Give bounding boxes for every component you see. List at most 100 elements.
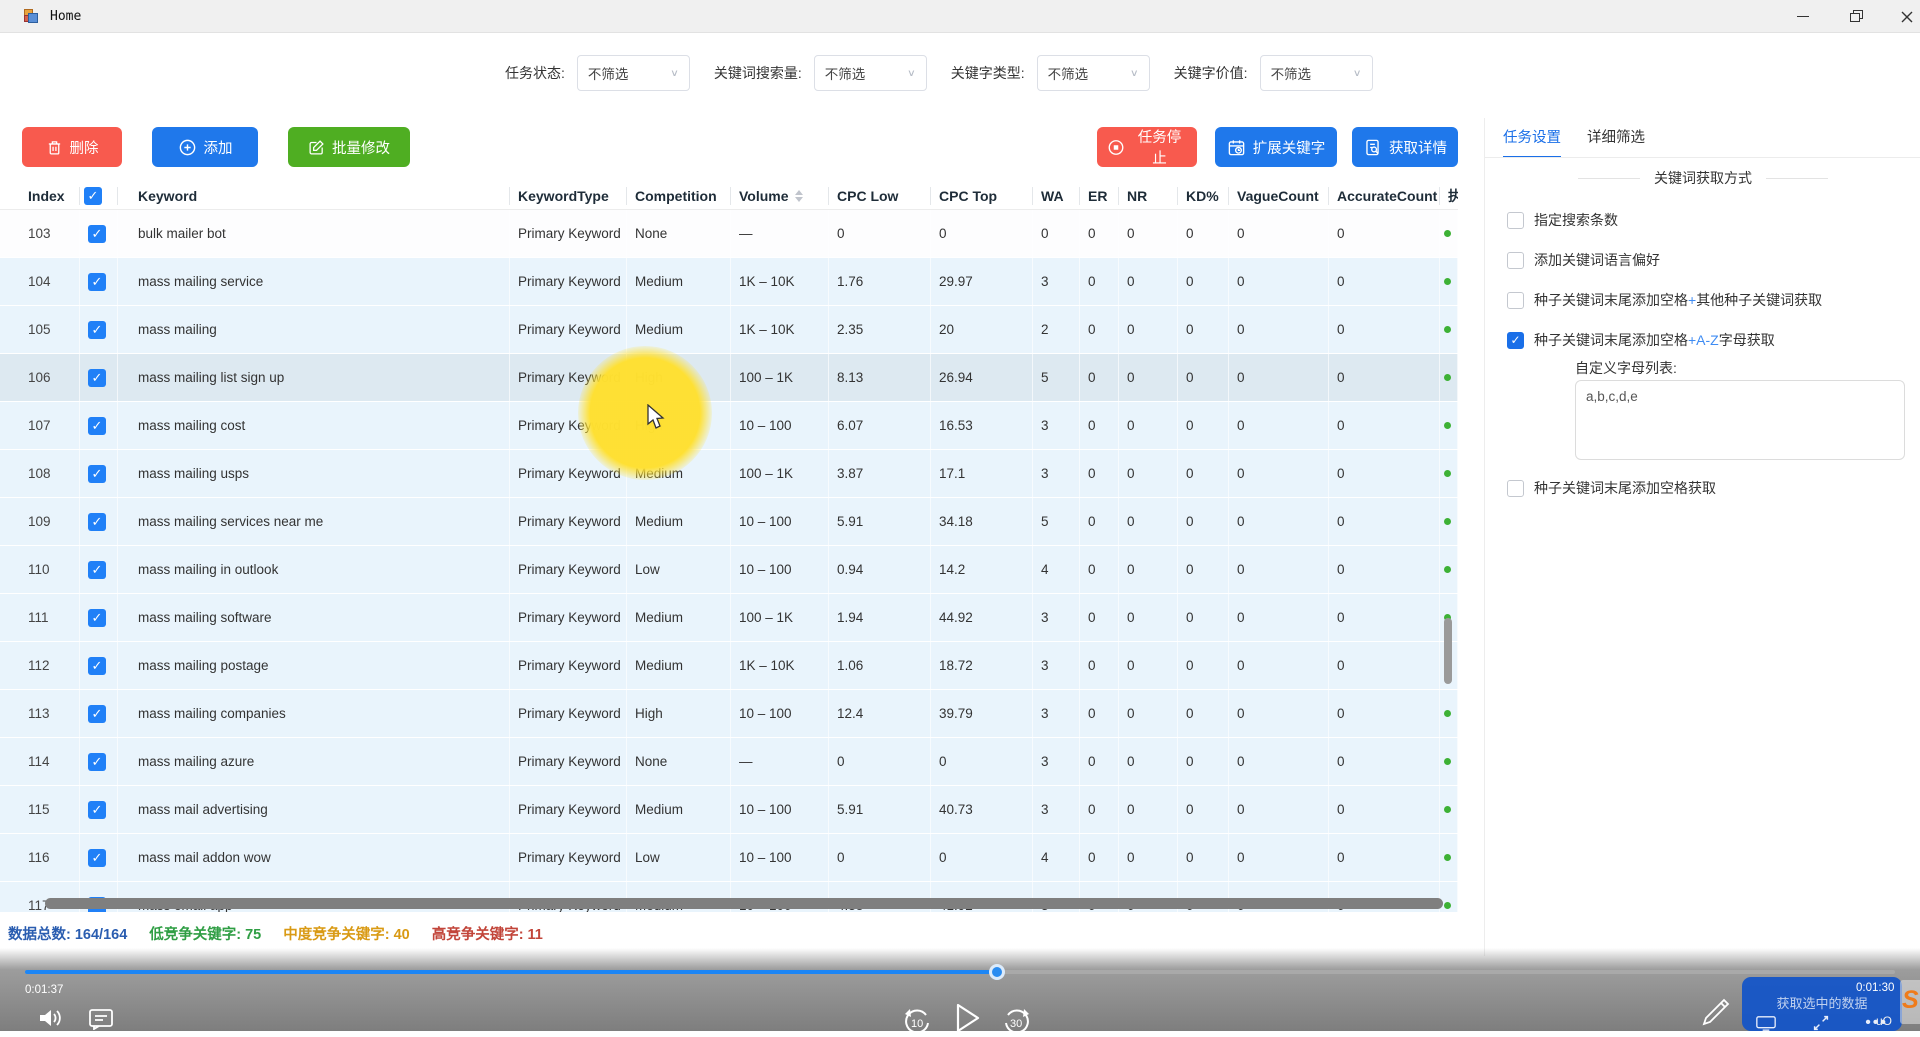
vertical-scrollbar[interactable] <box>1444 618 1452 684</box>
table-row[interactable]: 103✓bulk mailer botPrimary KeywordNone—0… <box>0 210 1458 257</box>
column-header-label: NR <box>1127 187 1147 205</box>
select-all-checkbox[interactable]: ✓ <box>84 187 102 205</box>
row-checkbox[interactable]: ✓ <box>88 849 106 867</box>
column-header-nr[interactable]: NR <box>1119 187 1178 205</box>
status-dot <box>1444 710 1451 717</box>
column-header-vaguecount[interactable]: VagueCount <box>1229 187 1329 205</box>
column-header-kd[interactable]: KD% <box>1178 187 1229 205</box>
custom-letters-input[interactable] <box>1575 380 1905 460</box>
batch-edit-button[interactable]: 批量修改 <box>288 127 410 167</box>
column-header-er[interactable]: ER <box>1080 187 1119 205</box>
row-checkbox[interactable]: ✓ <box>88 561 106 579</box>
column-header-[interactable]: 执 <box>1440 187 1458 205</box>
table-row[interactable]: 104✓mass mailing servicePrimary KeywordM… <box>0 258 1458 305</box>
add-button[interactable]: 添加 <box>152 127 258 167</box>
table-row[interactable]: 115✓mass mail advertisingPrimary Keyword… <box>0 786 1458 833</box>
column-header-wa[interactable]: WA <box>1033 187 1080 205</box>
table-row[interactable]: 105✓mass mailingPrimary KeywordMedium1K … <box>0 306 1458 353</box>
row-checkbox[interactable]: ✓ <box>88 753 106 771</box>
option-1[interactable]: 添加关键词语言偏好 <box>1507 250 1660 270</box>
table-row[interactable]: 106✓mass mailing list sign upPrimary Key… <box>0 354 1458 401</box>
pencil-icon[interactable] <box>1700 996 1732 1032</box>
table-row[interactable]: 110✓mass mailing in outlookPrimary Keywo… <box>0 546 1458 593</box>
row-checkbox[interactable]: ✓ <box>88 609 106 627</box>
checkbox-unchecked[interactable] <box>1507 292 1524 309</box>
forward-30-icon[interactable]: 30 <box>1000 1003 1034 1037</box>
column-header-keyword[interactable]: Keyword <box>118 187 510 205</box>
delete-button[interactable]: 删除 <box>22 127 122 167</box>
filter-select-0[interactable]: 不筛选∨ <box>577 55 690 91</box>
cell-nr: 0 <box>1119 498 1178 545</box>
status-dot <box>1444 230 1451 237</box>
option-2[interactable]: 种子关键词末尾添加空格+其他种子关键词获取 <box>1507 290 1822 310</box>
column-header-label: CPC Top <box>939 187 997 205</box>
column-header-cpclow[interactable]: CPC Low <box>829 187 931 205</box>
cell-type: Primary Keyword <box>510 354 627 401</box>
cell-er: 0 <box>1080 450 1119 497</box>
horizontal-scrollbar[interactable] <box>45 898 1443 909</box>
table-row[interactable]: 113✓mass mailing companiesPrimary Keywor… <box>0 690 1458 737</box>
option-0[interactable]: 指定搜索条数 <box>1507 210 1618 230</box>
row-checkbox[interactable]: ✓ <box>88 801 106 819</box>
cell-index: 115 <box>0 786 80 833</box>
filter-select-3[interactable]: 不筛选∨ <box>1260 55 1373 91</box>
cell-nr: 0 <box>1119 450 1178 497</box>
expand-keywords-button[interactable]: 扩展关键字 <box>1215 127 1337 167</box>
status-dot <box>1444 902 1451 909</box>
cell-keyword: mass mail advertising <box>118 786 510 833</box>
table-row[interactable]: 116✓mass mail addon wowPrimary KeywordLo… <box>0 834 1458 881</box>
column-header-index[interactable]: Index <box>0 187 80 205</box>
row-checkbox[interactable]: ✓ <box>88 225 106 243</box>
get-details-button[interactable]: 获取详情 <box>1352 127 1458 167</box>
checkbox-checked[interactable]: ✓ <box>1507 332 1524 349</box>
table-row[interactable]: 107✓mass mailing costPrimary KeywordHigh… <box>0 402 1458 449</box>
checkbox-unchecked[interactable] <box>1507 212 1524 229</box>
filter-label: 关键字价值: <box>1174 63 1248 83</box>
table-row[interactable]: 108✓mass mailing uspsPrimary KeywordMedi… <box>0 450 1458 497</box>
column-header-accuratecount[interactable]: AccurateCount <box>1329 187 1440 205</box>
seek-bar[interactable] <box>25 970 1895 974</box>
column-header-keywordtype[interactable]: KeywordType <box>510 187 627 205</box>
checkbox-unchecked[interactable] <box>1507 252 1524 269</box>
volume-icon[interactable] <box>36 1006 62 1030</box>
row-checkbox[interactable]: ✓ <box>88 417 106 435</box>
checkbox-unchecked[interactable] <box>1507 480 1524 497</box>
option-3[interactable]: ✓种子关键词末尾添加空格+A-Z字母获取 <box>1507 330 1775 350</box>
stat-low-competition: 低竞争关键字:75 <box>149 923 261 944</box>
seek-handle[interactable] <box>989 964 1005 980</box>
row-checkbox[interactable]: ✓ <box>88 369 106 387</box>
table-row[interactable]: 111✓mass mailing softwarePrimary Keyword… <box>0 594 1458 641</box>
cell-keyword: mass mailing companies <box>118 690 510 737</box>
table-row[interactable]: 112✓mass mailing postagePrimary KeywordM… <box>0 642 1458 689</box>
row-checkbox[interactable]: ✓ <box>88 657 106 675</box>
filter-select-2[interactable]: 不筛选∨ <box>1037 55 1150 91</box>
option-last[interactable]: 种子关键词末尾添加空格获取 <box>1507 478 1716 498</box>
rewind-10-icon[interactable]: 10 <box>900 1003 934 1037</box>
stop-task-button[interactable]: 任务停止 <box>1097 127 1197 167</box>
row-checkbox[interactable]: ✓ <box>88 513 106 531</box>
tab-0[interactable]: 任务设置 <box>1503 126 1561 158</box>
screen-icon[interactable] <box>1756 1016 1776 1031</box>
column-header-cpctop[interactable]: CPC Top <box>931 187 1033 205</box>
sort-icon[interactable] <box>795 190 803 202</box>
collapse-arrows-icon[interactable] <box>1813 1015 1829 1031</box>
tab-1[interactable]: 详细筛选 <box>1587 126 1645 158</box>
row-checkbox[interactable]: ✓ <box>88 705 106 723</box>
row-checkbox[interactable]: ✓ <box>88 321 106 339</box>
table-row[interactable]: 109✓mass mailing services near mePrimary… <box>0 498 1458 545</box>
maximize-button[interactable] <box>1834 0 1880 33</box>
cell-wa: 0 <box>1033 210 1080 257</box>
row-checkbox[interactable]: ✓ <box>88 273 106 291</box>
table-row[interactable]: 114✓mass mailing azurePrimary KeywordNon… <box>0 738 1458 785</box>
row-checkbox[interactable]: ✓ <box>88 465 106 483</box>
minimize-button[interactable] <box>1780 0 1826 33</box>
column-header-volume[interactable]: Volume <box>731 187 829 205</box>
subtitle-icon[interactable] <box>88 1008 114 1030</box>
chevron-down-icon: ∨ <box>1130 67 1139 78</box>
filter-select-1[interactable]: 不筛选∨ <box>814 55 927 91</box>
cell-vague: 0 <box>1229 306 1329 353</box>
play-button[interactable] <box>952 1001 982 1035</box>
column-header-competition[interactable]: Competition <box>627 187 731 205</box>
close-button[interactable] <box>1884 0 1920 33</box>
cell-cpc_top: 20 <box>931 306 1033 353</box>
